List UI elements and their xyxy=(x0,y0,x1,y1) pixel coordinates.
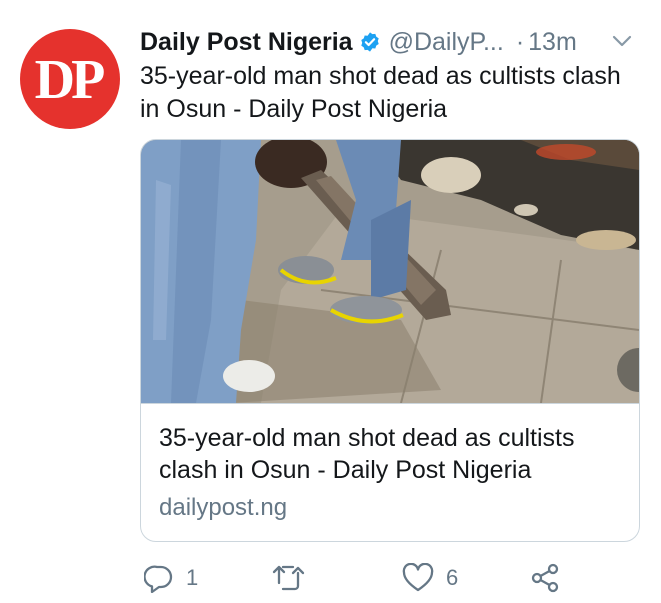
tweet-header: Daily Post Nigeria @DailyP... · 13m xyxy=(140,24,640,60)
avatar[interactable]: DP xyxy=(20,29,120,129)
retweet-icon xyxy=(272,565,305,591)
verified-badge-icon xyxy=(360,32,379,52)
tweet-actions: 1 6 xyxy=(140,560,640,596)
like-button[interactable]: 6 xyxy=(402,560,458,596)
card-domain[interactable]: dailypost.ng xyxy=(159,494,287,522)
link-card[interactable]: 35-year-old man shot dead as cultists cl… xyxy=(140,139,640,542)
reply-count: 1 xyxy=(186,565,199,590)
avatar-initials: DP xyxy=(34,49,106,111)
share-button[interactable] xyxy=(530,560,560,596)
chevron-down-icon[interactable] xyxy=(612,34,632,48)
card-image[interactable] xyxy=(141,140,639,404)
reply-button[interactable]: 1 xyxy=(144,560,198,596)
timestamp[interactable]: 13m xyxy=(528,28,577,57)
tweet-text: 35-year-old man shot dead as cultists cl… xyxy=(140,62,621,123)
author-handle[interactable]: @DailyP... xyxy=(389,28,504,57)
retweet-button[interactable] xyxy=(271,560,305,596)
card-title[interactable]: 35-year-old man shot dead as cultists cl… xyxy=(159,422,629,486)
reply-icon xyxy=(144,565,173,593)
heart-icon xyxy=(402,563,434,592)
tweet[interactable]: DP Daily Post Nigeria @DailyP... · 13m 3… xyxy=(0,0,661,603)
share-icon xyxy=(531,563,559,593)
like-count: 6 xyxy=(446,565,459,590)
author-name[interactable]: Daily Post Nigeria xyxy=(140,28,353,57)
separator-dot: · xyxy=(515,27,525,56)
